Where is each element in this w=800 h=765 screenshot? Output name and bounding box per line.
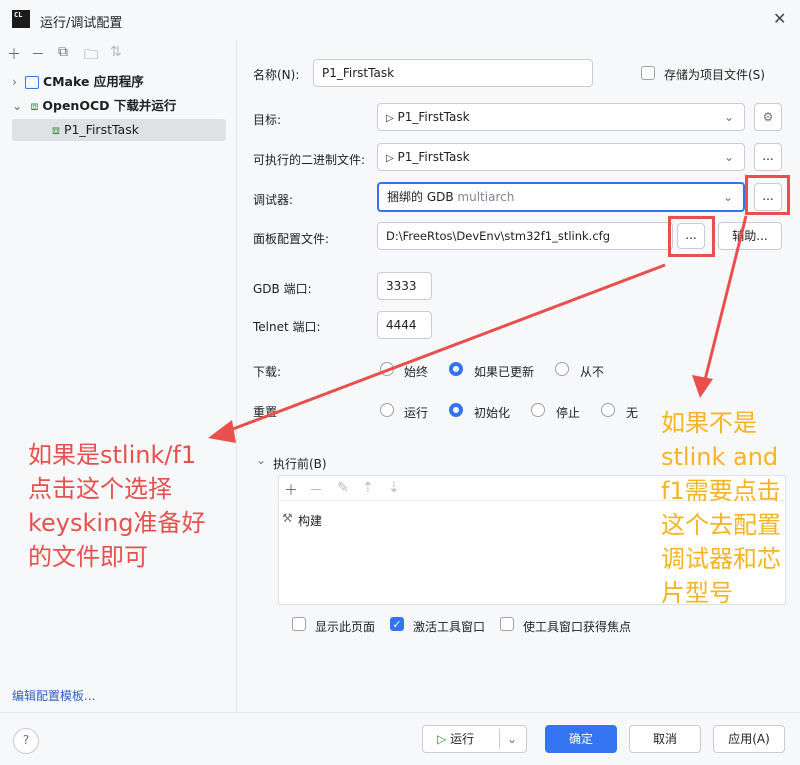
run-button[interactable]: ▷ 运行 ⌄	[422, 725, 527, 753]
red-arrow-head	[208, 420, 236, 443]
help-icon[interactable]: ?	[13, 728, 39, 754]
run-icon: ▷	[437, 732, 447, 746]
ok-button[interactable]: 确定	[545, 725, 617, 753]
red-arrow-line	[224, 263, 666, 434]
red-arrow-line	[702, 215, 748, 385]
orange-annotation: 如果不是 stlink and f1需要点击 这个去配置 调试器和芯 片型号	[661, 409, 781, 607]
red-arrow-head	[692, 375, 713, 398]
annotation-arrows	[208, 215, 748, 443]
red-annotation: 如果是stlink/f1 点击这个选择 keysking准备好 的文件即可	[28, 441, 206, 571]
apply-button[interactable]: 应用(A)	[713, 725, 785, 753]
cancel-button[interactable]: 取消	[629, 725, 701, 753]
chevron-down-icon[interactable]: ⌄	[507, 726, 517, 752]
